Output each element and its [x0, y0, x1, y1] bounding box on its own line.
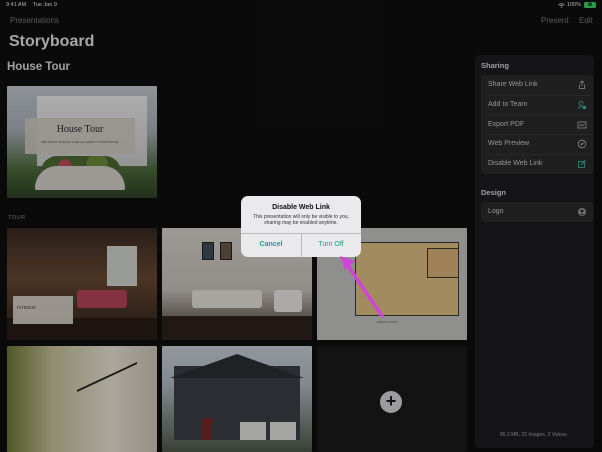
alert-title: Disable Web Link: [272, 204, 330, 211]
alert-message: This presentation will only be visible t…: [253, 214, 349, 226]
cancel-button[interactable]: Cancel: [241, 233, 301, 257]
turn-off-button[interactable]: Turn Off: [301, 233, 361, 257]
disable-web-link-alert: Disable Web Link This presentation will …: [241, 196, 361, 257]
